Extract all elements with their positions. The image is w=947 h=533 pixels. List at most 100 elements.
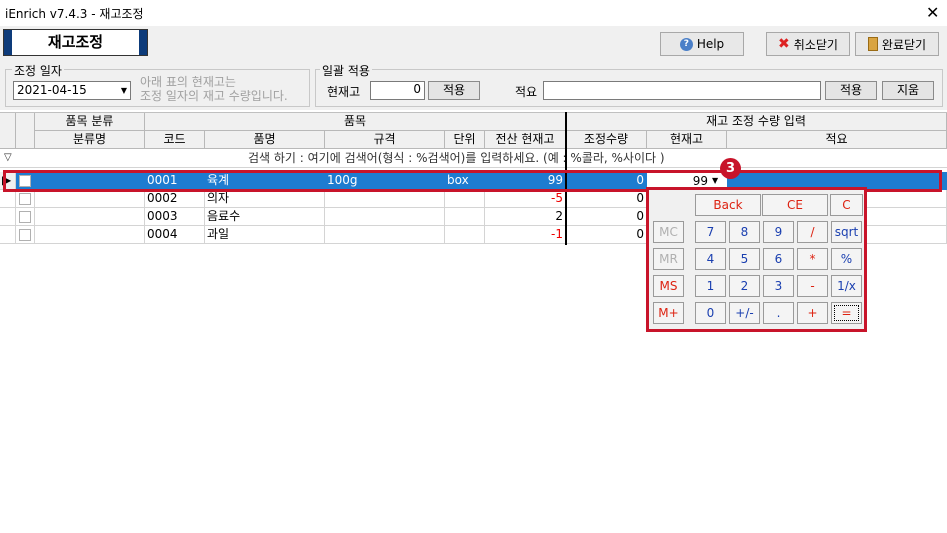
- calc-mplus-button[interactable]: M+: [653, 302, 684, 324]
- calc-1-button[interactable]: 1: [695, 275, 726, 297]
- page-title-text: 재고조정: [47, 33, 104, 51]
- bulk-apply-legend: 일괄 적용: [320, 62, 372, 79]
- calc-0-button[interactable]: 0: [695, 302, 726, 324]
- group-header-item: 품목: [145, 113, 566, 131]
- calc-add-button[interactable]: +: [797, 302, 828, 324]
- bulk-current-stock-label: 현재고: [327, 85, 361, 99]
- group-header-adjust-input: 재고 조정 수량 입력: [566, 113, 947, 131]
- calc-3-button[interactable]: 3: [763, 275, 794, 297]
- book-icon: [867, 37, 878, 51]
- calc-mr-button[interactable]: MR: [653, 248, 684, 270]
- calc-decimal-button[interactable]: .: [763, 302, 794, 324]
- window-title: iEnrich v7.4.3 - 재고조정: [5, 7, 144, 21]
- calc-4-button[interactable]: 4: [695, 248, 726, 270]
- done-close-label: 완료닫기: [881, 37, 927, 52]
- row-checkbox[interactable]: [19, 229, 31, 241]
- help-button[interactable]: ? Help: [660, 32, 744, 56]
- calc-ce-button[interactable]: CE: [762, 194, 828, 216]
- col-current-stock[interactable]: 현재고: [647, 131, 727, 149]
- calc-equals-button[interactable]: =: [831, 302, 862, 324]
- col-adjust-qty[interactable]: 조정수량: [566, 131, 647, 149]
- clear-memo-button[interactable]: 지움: [882, 81, 934, 100]
- col-unit[interactable]: 단위: [445, 131, 485, 149]
- close-window-icon[interactable]: ✕: [926, 3, 939, 22]
- done-close-button[interactable]: 완료닫기: [855, 32, 939, 56]
- cell-spec[interactable]: [325, 226, 445, 244]
- title-cap-left: [4, 30, 12, 55]
- cell-code[interactable]: 0003: [145, 208, 205, 226]
- page-title: 재고조정: [3, 29, 148, 56]
- calc-6-button[interactable]: 6: [763, 248, 794, 270]
- row-checkbox-cell[interactable]: [16, 226, 35, 244]
- calc-ms-button[interactable]: MS: [653, 275, 684, 297]
- cell-system-stock[interactable]: -5: [485, 190, 566, 208]
- row-checkbox-cell[interactable]: [16, 190, 35, 208]
- cell-adjust-qty[interactable]: 0: [566, 226, 647, 244]
- cell-adjust-qty[interactable]: 0: [566, 208, 647, 226]
- cancel-close-button[interactable]: ✖ 취소닫기: [766, 32, 850, 56]
- cell-category[interactable]: [35, 226, 145, 244]
- row-checkbox[interactable]: [19, 193, 31, 205]
- bulk-current-stock-input[interactable]: 0: [370, 81, 425, 100]
- row-header-corner: [0, 113, 16, 149]
- cell-unit[interactable]: [445, 226, 485, 244]
- cell-name[interactable]: 의자: [205, 190, 325, 208]
- cell-spec[interactable]: [325, 190, 445, 208]
- adjust-date-legend: 조정 일자: [12, 62, 64, 79]
- calc-8-button[interactable]: 8: [729, 221, 760, 243]
- calc-divide-button[interactable]: /: [797, 221, 828, 243]
- cancel-x-icon: ✖: [778, 36, 790, 52]
- calc-9-button[interactable]: 9: [763, 221, 794, 243]
- calc-2-button[interactable]: 2: [729, 275, 760, 297]
- adjust-date-select[interactable]: 2021-04-15 ▼: [13, 81, 131, 100]
- group-header-category: 품목 분류: [35, 113, 145, 131]
- calculator-popup: Back CE C MC 7 8 9 / sqrt MR 4 5 6 * % M…: [646, 187, 867, 332]
- date-note-line2: 조정 일자의 재고 수량입니다.: [140, 89, 288, 103]
- apply-memo-button[interactable]: 적용: [825, 81, 877, 100]
- chevron-down-icon: ▼: [120, 86, 127, 95]
- cell-spec[interactable]: [325, 208, 445, 226]
- filter-icon: ▽: [4, 152, 12, 163]
- step-badge: 3: [720, 158, 741, 179]
- cell-code[interactable]: 0002: [145, 190, 205, 208]
- col-system-stock[interactable]: 전산 현재고: [485, 131, 566, 149]
- calc-7-button[interactable]: 7: [695, 221, 726, 243]
- title-cap-right: [139, 30, 147, 55]
- calc-reciprocal-button[interactable]: 1/x: [831, 275, 862, 297]
- col-spec[interactable]: 규격: [325, 131, 445, 149]
- calc-subtract-button[interactable]: -: [797, 275, 828, 297]
- filter-row[interactable]: ▽ 검색 하기 : 여기에 검색어(형식 : %검색어)를 입력하세요. (예 …: [0, 149, 947, 168]
- row-checkbox-cell[interactable]: [16, 208, 35, 226]
- col-memo[interactable]: 적요: [727, 131, 947, 149]
- cell-unit[interactable]: [445, 208, 485, 226]
- cell-adjust-qty[interactable]: 0: [566, 190, 647, 208]
- cell-unit[interactable]: [445, 190, 485, 208]
- checkbox-header: [16, 113, 35, 149]
- row-indicator: [0, 190, 16, 208]
- calc-clear-button[interactable]: C: [830, 194, 863, 216]
- calc-multiply-button[interactable]: *: [797, 248, 828, 270]
- bulk-memo-input[interactable]: [543, 81, 821, 100]
- calc-5-button[interactable]: 5: [729, 248, 760, 270]
- calc-percent-button[interactable]: %: [831, 248, 862, 270]
- cell-name[interactable]: 과일: [205, 226, 325, 244]
- apply-stock-button[interactable]: 적용: [428, 81, 480, 100]
- col-code[interactable]: 코드: [145, 131, 205, 149]
- calc-negate-button[interactable]: +/-: [729, 302, 760, 324]
- cell-category[interactable]: [35, 190, 145, 208]
- calc-mc-button[interactable]: MC: [653, 221, 684, 243]
- row-checkbox[interactable]: [19, 211, 31, 223]
- cell-code[interactable]: 0004: [145, 226, 205, 244]
- col-name[interactable]: 품명: [205, 131, 325, 149]
- calc-back-button[interactable]: Back: [695, 194, 761, 216]
- cell-category[interactable]: [35, 208, 145, 226]
- col-category-name[interactable]: 분류명: [35, 131, 145, 149]
- cancel-close-label: 취소닫기: [793, 37, 838, 52]
- cell-name[interactable]: 음료수: [205, 208, 325, 226]
- cell-system-stock[interactable]: 2: [485, 208, 566, 226]
- row-indicator: [0, 208, 16, 226]
- cell-system-stock[interactable]: -1: [485, 226, 566, 244]
- row-indicator: [0, 226, 16, 244]
- calc-sqrt-button[interactable]: sqrt: [831, 221, 862, 243]
- filter-hint: 검색 하기 : 여기에 검색어(형식 : %검색어)를 입력하세요. (예 : …: [248, 151, 665, 165]
